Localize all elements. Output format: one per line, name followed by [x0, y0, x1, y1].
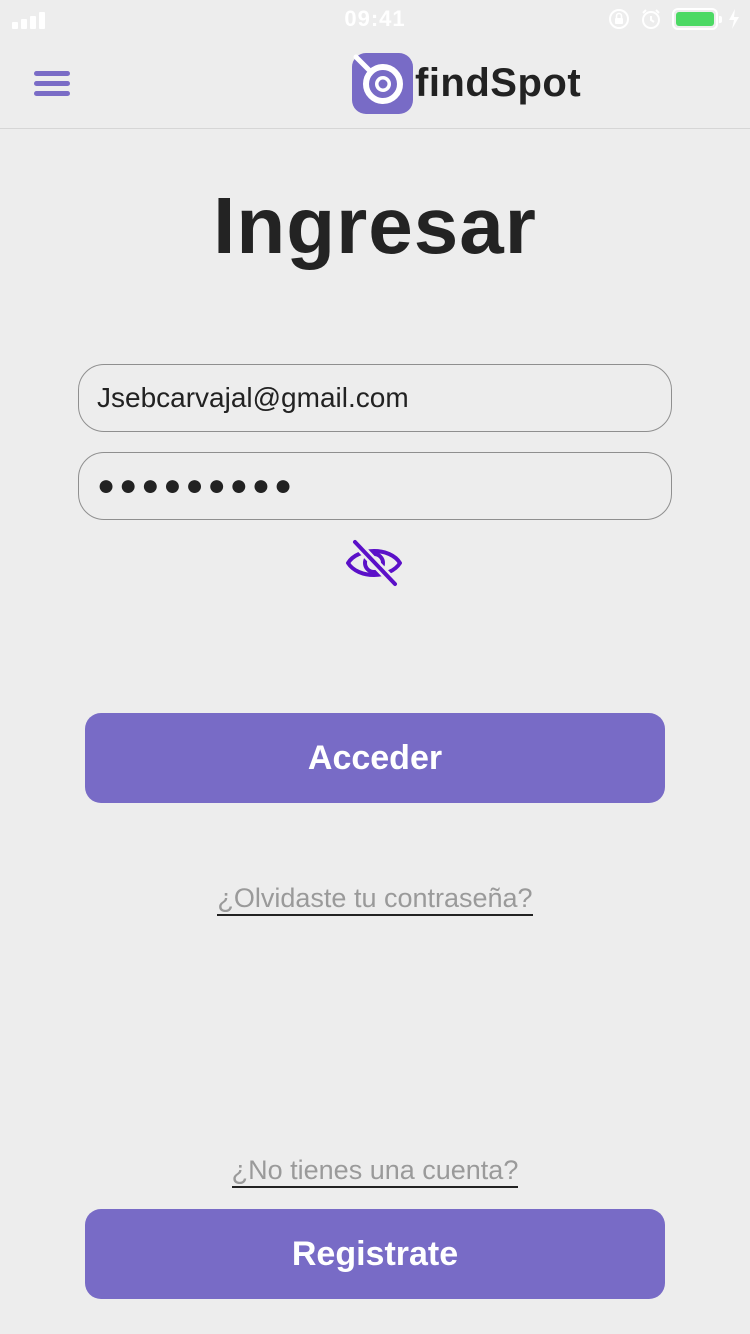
no-account-label: ¿No tienes una cuenta?: [231, 1155, 519, 1188]
login-screen: 09:41 findSpot Ingresar Jsebcarvajal@gma…: [0, 0, 750, 1334]
orientation-lock-icon: [609, 9, 629, 29]
login-button[interactable]: Acceder: [85, 713, 665, 803]
status-bar: 09:41: [0, 0, 750, 40]
email-field[interactable]: [78, 364, 672, 432]
status-icons: [608, 8, 740, 30]
hamburger-menu-icon[interactable]: [30, 66, 74, 102]
battery-icon: [672, 8, 722, 30]
nav-bar: findSpot: [0, 40, 750, 129]
logo-text: findSpot: [415, 61, 582, 105]
forgot-password-link[interactable]: ¿Olvidaste tu contraseña?: [0, 883, 750, 916]
charging-bolt-icon: [729, 9, 739, 29]
no-account-link[interactable]: ¿No tienes una cuenta?: [0, 1155, 750, 1188]
forgot-password-label: ¿Olvidaste tu contraseña?: [217, 883, 533, 916]
eye-slash-icon[interactable]: [344, 538, 404, 588]
page-title: Ingresar: [213, 181, 537, 270]
alarm-icon: [642, 9, 660, 29]
password-field[interactable]: [78, 452, 672, 520]
app-logo: findSpot: [352, 53, 581, 114]
register-button[interactable]: Registrate: [85, 1209, 665, 1299]
findspot-logo-icon: [352, 53, 413, 114]
